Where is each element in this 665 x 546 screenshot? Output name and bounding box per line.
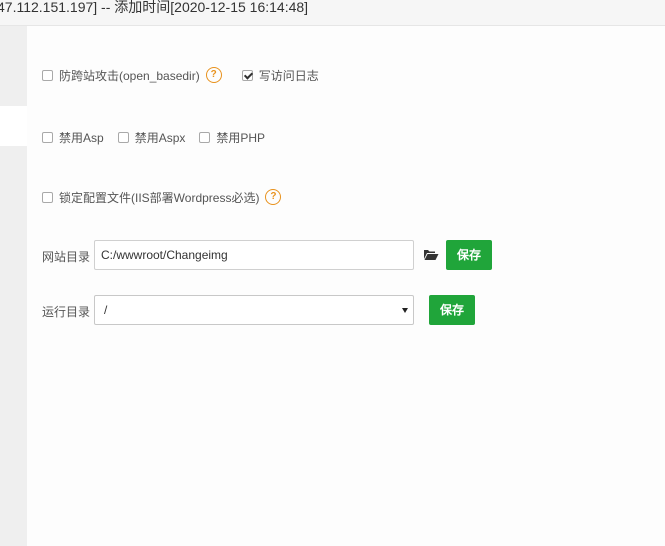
folder-open-icon[interactable]	[423, 249, 439, 261]
help-icon[interactable]: ?	[205, 67, 222, 83]
disable-aspx-checkbox[interactable]	[117, 131, 129, 143]
left-sidebar	[0, 26, 27, 546]
lock-config-checkbox[interactable]	[42, 191, 53, 203]
access-log-label: 写访问日志	[258, 68, 319, 83]
run-dir-label: 运行目录	[42, 305, 91, 319]
run-dir-select[interactable]: /	[94, 295, 414, 325]
caret-down-icon	[402, 308, 408, 313]
open-basedir-label: 防跨站攻击(open_basedir)	[59, 68, 200, 83]
disable-php-checkbox[interactable]	[199, 131, 211, 143]
site-dir-input[interactable]	[94, 240, 414, 270]
disable-asp-label: 禁用Asp	[59, 130, 104, 145]
help-icon[interactable]: ?	[265, 189, 282, 205]
sidebar-active-item[interactable]	[0, 106, 27, 146]
disable-php-label: 禁用PHP	[216, 130, 266, 145]
save-run-dir-button[interactable]: 保存	[429, 295, 475, 325]
open-basedir-checkbox[interactable]	[42, 69, 53, 81]
access-log-checkbox[interactable]	[241, 69, 253, 81]
disable-aspx-label: 禁用Aspx	[134, 130, 186, 145]
window-titlebar: 47.112.151.197] -- 添加时间[2020-12-15 16:14…	[0, 0, 665, 26]
option-row-2: 禁用Asp 禁用Aspx 禁用PHP	[42, 129, 269, 145]
window-title: 47.112.151.197] -- 添加时间[2020-12-15 16:14…	[0, 0, 309, 15]
disable-asp-checkbox[interactable]	[42, 131, 53, 143]
run-dir-selected-value: /	[104, 303, 108, 317]
option-row-1: 防跨站攻击(open_basedir) ? 写访问日志	[42, 67, 323, 83]
site-settings-panel	[27, 26, 665, 546]
lock-config-label: 锁定配置文件(IIS部署Wordpress必选)	[59, 190, 260, 205]
site-dir-label: 网站目录	[42, 250, 91, 264]
save-site-dir-button[interactable]: 保存	[446, 240, 492, 270]
option-row-3: 锁定配置文件(IIS部署Wordpress必选) ?	[42, 189, 301, 205]
